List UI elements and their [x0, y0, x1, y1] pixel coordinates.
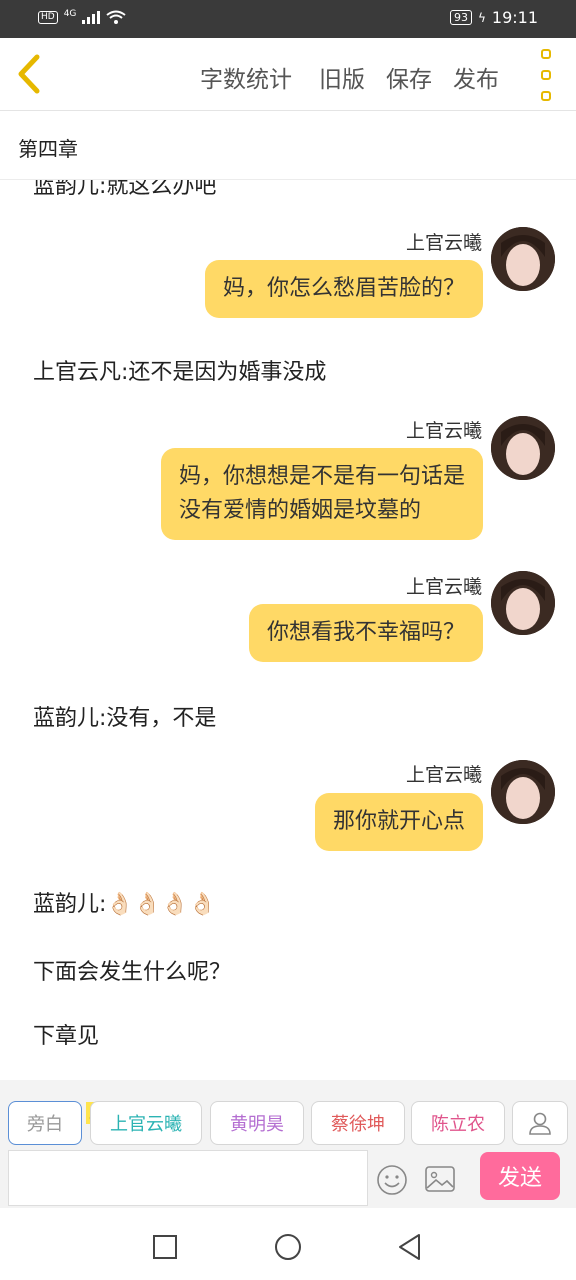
- chat-bubble[interactable]: 你想看我不幸福吗？: [248, 604, 483, 662]
- bubble-text: 那你就开心点: [332, 809, 465, 834]
- top-bar: 字数统计 旧版 保存 发布: [0, 38, 576, 111]
- role-label: 蔡徐坤: [331, 1114, 385, 1135]
- role-label: 上官云曦: [110, 1114, 182, 1135]
- role-label: 旁白: [27, 1114, 63, 1135]
- bubble-text: 你想看我不幸福吗？: [266, 620, 465, 645]
- person-icon: [529, 1112, 551, 1135]
- role-chen-linong[interactable]: 陈立农: [411, 1101, 505, 1145]
- narration-text: 蓝韵儿:: [33, 892, 107, 917]
- signal-icon: [82, 10, 101, 24]
- bubble-text: 妈，你想想是不是有一句话是: [178, 464, 465, 489]
- word-count-button[interactable]: 字数统计: [200, 60, 292, 94]
- story-content[interactable]: 蓝韵儿:就这么办吧 上官云曦 妈，你怎么愁眉苦脸的？ 上官云凡:还不是因为婚事没…: [0, 180, 576, 1080]
- ok-hand-emoji: 👌🏻: [133, 892, 162, 917]
- triangle-back-icon[interactable]: [396, 1232, 424, 1262]
- narration-line: 下面会发生什么呢？: [33, 960, 232, 985]
- image-icon[interactable]: [424, 1164, 456, 1194]
- bubble-text: 没有爱情的婚姻是坟墓的: [178, 498, 421, 523]
- charging-icon: ϟ: [477, 10, 486, 25]
- ok-hand-emoji: 👌🏻: [161, 892, 189, 917]
- avatar[interactable]: [491, 227, 555, 291]
- hd-indicator: HD: [38, 10, 58, 24]
- avatar[interactable]: [491, 760, 555, 824]
- system-nav-bar: [0, 1208, 576, 1280]
- circle-icon[interactable]: [273, 1232, 303, 1262]
- chapter-title: 第四章: [18, 137, 78, 161]
- speaker-name: 上官云曦: [405, 232, 482, 254]
- publish-button[interactable]: 发布: [453, 60, 499, 94]
- wifi-icon: [106, 10, 127, 24]
- role-huang-minghao[interactable]: 黄明昊: [210, 1101, 304, 1145]
- bubble-text: 妈，你怎么愁眉苦脸的？: [222, 276, 465, 301]
- speaker-name: 上官云曦: [405, 764, 482, 786]
- role-cai-xukun[interactable]: 蔡徐坤: [311, 1101, 405, 1145]
- chat-bubble[interactable]: 妈，你想想是不是有一句话是 没有爱情的婚姻是坟墓的: [160, 448, 483, 540]
- status-bar: HD 4G 93 ϟ 19:11: [0, 0, 576, 38]
- battery-icon: 93: [449, 10, 472, 25]
- narration-line: 上官云凡:还不是因为婚事没成: [33, 360, 327, 385]
- clock: 19:11: [491, 8, 538, 27]
- role-label: 黄明昊: [230, 1114, 284, 1135]
- square-icon[interactable]: [152, 1234, 178, 1260]
- vertical-dots-menu-icon[interactable]: [530, 49, 562, 101]
- smiley-icon[interactable]: [376, 1164, 408, 1196]
- narration-line: 下章见: [33, 1024, 100, 1049]
- chapter-title-bar[interactable]: 第四章: [0, 111, 576, 180]
- speaker-name: 上官云曦: [405, 420, 482, 442]
- narration-line: 蓝韵儿:就这么办吧: [33, 180, 217, 199]
- avatar[interactable]: [491, 416, 555, 480]
- role-label: 陈立农: [431, 1114, 485, 1135]
- send-label: 发送: [497, 1166, 542, 1191]
- ok-hand-emoji: 👌🏻: [188, 892, 217, 917]
- speaker-name: 上官云曦: [405, 576, 482, 598]
- narration-line: 蓝韵儿:没有，不是: [33, 706, 217, 731]
- role-shangguan-yunxi[interactable]: 上官云曦: [90, 1101, 202, 1145]
- chevron-left-icon[interactable]: [10, 52, 50, 96]
- add-role-button[interactable]: [512, 1101, 568, 1145]
- old-version-button[interactable]: 旧版: [319, 60, 365, 94]
- compose-panel: 旁白 主 上官云曦 黄明昊 蔡徐坤 陈立农 发送: [0, 1080, 576, 1208]
- ok-hand-emoji: 👌🏻: [106, 892, 134, 917]
- role-narrator[interactable]: 旁白: [8, 1101, 82, 1145]
- message-input[interactable]: [8, 1150, 368, 1206]
- save-button[interactable]: 保存: [386, 60, 432, 94]
- avatar[interactable]: [491, 571, 555, 635]
- send-button[interactable]: 发送: [480, 1152, 560, 1200]
- narration-line: 蓝韵儿:👌🏻👌🏻👌🏻👌🏻: [33, 886, 216, 918]
- chat-bubble[interactable]: 那你就开心点: [314, 793, 483, 851]
- chat-bubble[interactable]: 妈，你怎么愁眉苦脸的？: [204, 260, 483, 318]
- network-type: 4G: [63, 9, 77, 19]
